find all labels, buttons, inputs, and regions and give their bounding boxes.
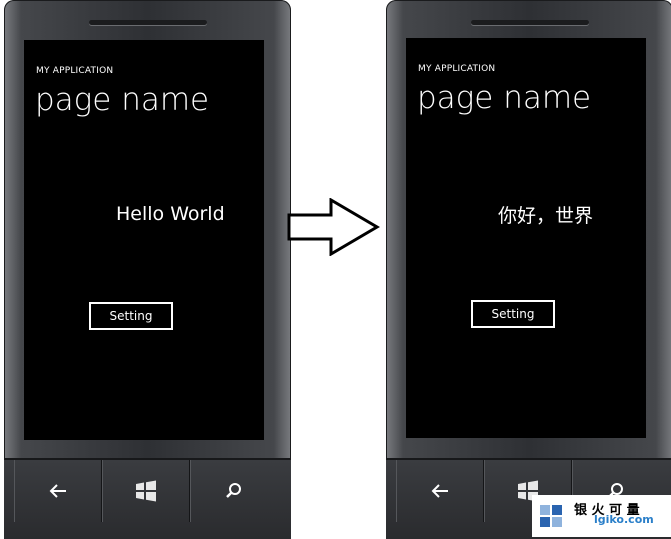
page-title: page name bbox=[35, 82, 210, 118]
watermark: 银 火 可 量 lgiko.com bbox=[532, 495, 671, 537]
app-title: MY APPLICATION bbox=[418, 64, 496, 74]
hello-text: 你好，世界 bbox=[498, 205, 594, 227]
earpiece-speaker bbox=[88, 20, 207, 25]
phone-before: MY APPLICATION page name Hello World Set… bbox=[4, 0, 291, 539]
right-arrow-icon bbox=[287, 198, 380, 256]
search-button[interactable] bbox=[190, 460, 277, 522]
watermark-logo-icon bbox=[540, 505, 562, 527]
start-button[interactable] bbox=[102, 460, 191, 522]
setting-button[interactable]: Setting bbox=[89, 302, 173, 330]
back-icon bbox=[431, 484, 448, 498]
back-button[interactable] bbox=[14, 460, 103, 522]
setting-button[interactable]: Setting bbox=[471, 300, 555, 328]
back-icon bbox=[49, 484, 66, 498]
windows-start-icon bbox=[136, 480, 156, 502]
earpiece-speaker bbox=[470, 20, 589, 25]
page-title: page name bbox=[417, 80, 592, 116]
phone-screen: MY APPLICATION page name 你好，世界 Setting bbox=[406, 38, 646, 438]
phone-after: MY APPLICATION page name 你好，世界 Setting bbox=[386, 0, 671, 539]
back-button[interactable] bbox=[396, 460, 485, 522]
app-title: MY APPLICATION bbox=[36, 66, 114, 76]
watermark-url: lgiko.com bbox=[594, 513, 654, 526]
hardware-nav-bar bbox=[4, 458, 291, 539]
hello-text: Hello World bbox=[116, 203, 225, 225]
search-icon bbox=[226, 483, 241, 498]
phone-screen: MY APPLICATION page name Hello World Set… bbox=[24, 40, 264, 440]
